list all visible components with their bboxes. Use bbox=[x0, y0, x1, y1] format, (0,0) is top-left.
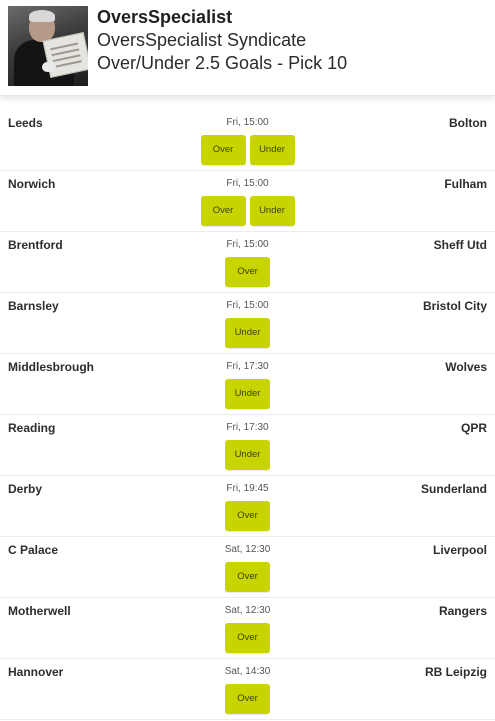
away-team: QPR bbox=[460, 421, 487, 435]
match-row: Reading Fri, 17:30 QPR Under bbox=[0, 415, 495, 476]
away-team: Sheff Utd bbox=[433, 238, 487, 252]
away-team: Fulham bbox=[444, 177, 487, 191]
match-row: Leeds Fri, 15:00 Bolton Over Under bbox=[0, 110, 495, 171]
over-button[interactable]: Over bbox=[225, 257, 270, 287]
pick-buttons: Under bbox=[0, 318, 495, 348]
pick-buttons: Over bbox=[0, 684, 495, 714]
pick-title: Over/Under 2.5 Goals - Pick 10 bbox=[97, 53, 348, 73]
syndicate-name: OversSpecialist Syndicate bbox=[97, 30, 307, 50]
away-team: Bristol City bbox=[422, 299, 487, 313]
match-row: Hannover Sat, 14:30 RB Leipzig Over bbox=[0, 659, 495, 720]
tipster-name: OversSpecialist bbox=[97, 7, 233, 27]
over-button[interactable]: Over bbox=[225, 623, 270, 653]
under-button[interactable]: Under bbox=[249, 135, 295, 165]
over-button[interactable]: Over bbox=[225, 501, 270, 531]
tipster-header: OversSpecialist OversSpecialist Syndicat… bbox=[0, 0, 495, 96]
pick-buttons: Over Under bbox=[0, 196, 495, 226]
kickoff-time: Sat, 14:30 bbox=[224, 666, 271, 677]
kickoff-time: Fri, 17:30 bbox=[226, 422, 269, 433]
tipster-avatar bbox=[8, 6, 88, 86]
under-button[interactable]: Under bbox=[225, 440, 270, 470]
kickoff-time: Fri, 17:30 bbox=[226, 361, 269, 372]
pick-buttons: Over bbox=[0, 562, 495, 592]
match-row: C Palace Sat, 12:30 Liverpool Over bbox=[0, 537, 495, 598]
match-row: Derby Fri, 19:45 Sunderland Over bbox=[0, 476, 495, 537]
kickoff-time: Fri, 15:00 bbox=[226, 300, 269, 311]
pick-buttons: Over bbox=[0, 623, 495, 653]
pick-buttons: Over bbox=[0, 501, 495, 531]
under-button[interactable]: Under bbox=[225, 318, 270, 348]
match-row: Motherwell Sat, 12:30 Rangers Over bbox=[0, 598, 495, 659]
pick-buttons: Under bbox=[0, 379, 495, 409]
match-row: Norwich Fri, 15:00 Fulham Over Under bbox=[0, 171, 495, 232]
match-row: Barnsley Fri, 15:00 Bristol City Under bbox=[0, 293, 495, 354]
kickoff-time: Fri, 15:00 bbox=[226, 178, 269, 189]
away-team: Sunderland bbox=[420, 482, 487, 496]
under-button[interactable]: Under bbox=[225, 379, 270, 409]
under-button[interactable]: Under bbox=[249, 196, 295, 226]
over-button[interactable]: Over bbox=[225, 684, 270, 714]
header-titles: OversSpecialist OversSpecialist Syndicat… bbox=[97, 5, 347, 75]
away-team: Bolton bbox=[449, 116, 487, 130]
pick-buttons: Over bbox=[0, 257, 495, 287]
match-row: Brentford Fri, 15:00 Sheff Utd Over bbox=[0, 232, 495, 293]
away-team: Wolves bbox=[445, 360, 487, 374]
away-team: Liverpool bbox=[432, 543, 487, 557]
match-list: Leeds Fri, 15:00 Bolton Over Under Norwich Fri… bbox=[0, 110, 495, 720]
away-team: RB Leipzig bbox=[425, 665, 487, 679]
over-button[interactable]: Over bbox=[225, 562, 270, 592]
over-button[interactable]: Over bbox=[200, 196, 246, 226]
kickoff-time: Fri, 15:00 bbox=[226, 239, 269, 250]
kickoff-time: Sat, 12:30 bbox=[224, 605, 271, 616]
pick-buttons: Over Under bbox=[0, 135, 495, 165]
match-row: Middlesbrough Fri, 17:30 Wolves Under bbox=[0, 354, 495, 415]
kickoff-time: Fri, 15:00 bbox=[226, 117, 269, 128]
away-team: Rangers bbox=[438, 604, 487, 618]
kickoff-time: Sat, 12:30 bbox=[224, 544, 271, 555]
over-button[interactable]: Over bbox=[200, 135, 246, 165]
pick-buttons: Under bbox=[0, 440, 495, 470]
